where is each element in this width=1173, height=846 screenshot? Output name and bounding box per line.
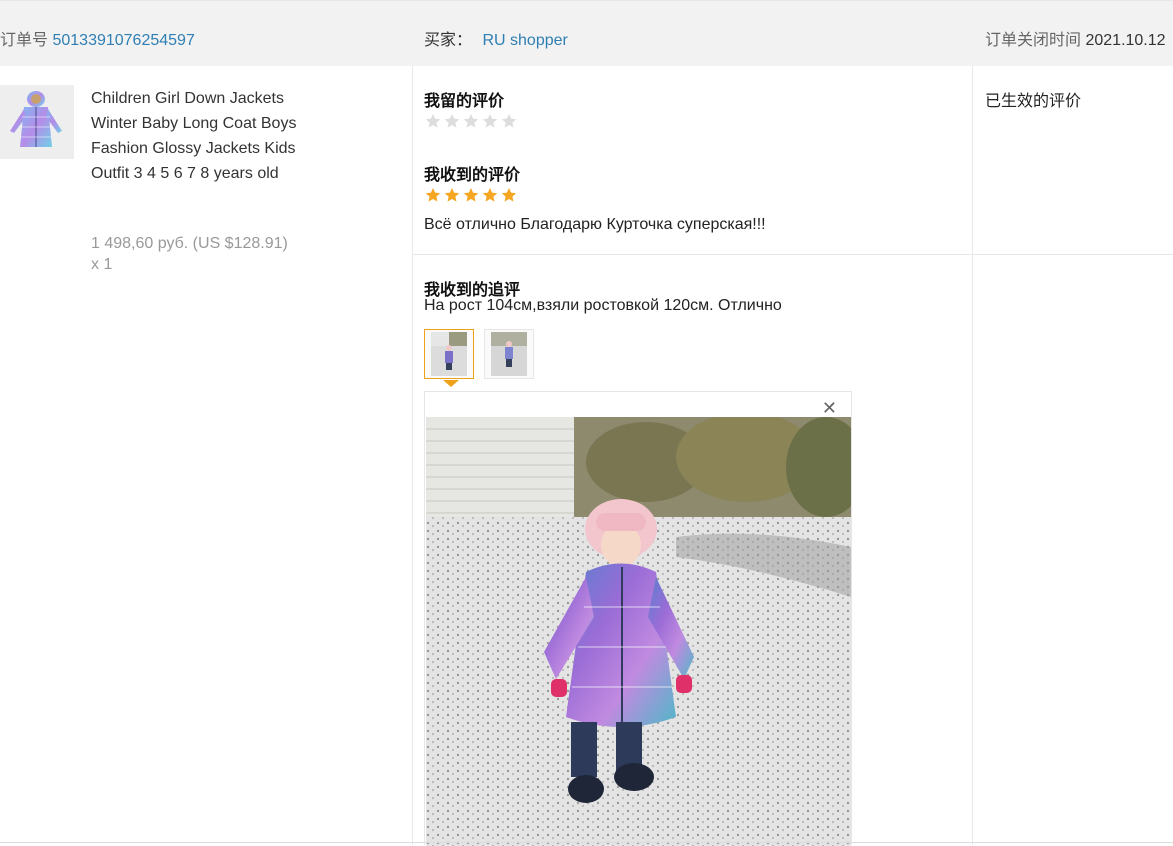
review-photo-1-image: [431, 332, 467, 376]
received-review-text: Всё отлично Благодарю Курточка суперская…: [424, 216, 766, 233]
star-icon: [463, 188, 479, 202]
followup-review-text: На рост 104см,взяли ростовкой 120см. Отл…: [424, 297, 782, 314]
column-divider: [972, 66, 973, 845]
buyer-link[interactable]: RU shopper: [482, 32, 567, 49]
product-quantity: x 1: [91, 256, 113, 273]
review-photo-large-image: [426, 417, 851, 846]
close-time-value: 2021.10.12: [1085, 32, 1166, 49]
buyer-group: 买家： RU shopper: [424, 26, 568, 50]
selected-thumb-caret: [443, 380, 459, 387]
order-number-group: 订单号 5013391076254597: [0, 26, 195, 50]
my-review-rating: [425, 113, 517, 129]
review-photo-thumb-1[interactable]: [424, 329, 474, 379]
star-icon: [482, 114, 498, 128]
received-review-title: 我收到的评价: [424, 167, 521, 184]
product-thumbnail[interactable]: [0, 85, 74, 159]
star-icon: [482, 188, 498, 202]
star-icon: [425, 188, 441, 202]
effective-review-label: 已生效的评价: [985, 93, 1082, 110]
star-icon: [463, 114, 479, 128]
star-icon: [425, 114, 441, 128]
star-icon: [444, 188, 460, 202]
star-icon: [501, 188, 517, 202]
star-icon: [444, 114, 460, 128]
review-photo-2-image: [491, 332, 527, 376]
close-time-label: 订单关闭时间: [985, 32, 1082, 49]
bottom-divider: [0, 842, 1173, 843]
close-icon[interactable]: ✕: [822, 398, 837, 419]
order-body: Children Girl Down Jackets Winter Baby L…: [0, 66, 1173, 846]
close-time-group: 订单关闭时间 2021.10.12: [985, 26, 1166, 50]
jacket-image: [0, 85, 74, 159]
product-title[interactable]: Children Girl Down Jackets Winter Baby L…: [91, 86, 321, 186]
order-header: 订单号 5013391076254597 买家： RU shopper 订单关闭…: [0, 0, 1173, 66]
buyer-label: 买家：: [424, 32, 473, 49]
received-review-rating: [425, 187, 517, 203]
order-number-label: 订单号: [0, 32, 49, 49]
review-photo-large: [426, 417, 851, 846]
order-number-link[interactable]: 5013391076254597: [52, 32, 194, 49]
column-divider: [412, 66, 413, 845]
star-icon: [501, 114, 517, 128]
my-review-title: 我留的评价: [424, 93, 505, 110]
photo-viewer: ✕: [424, 391, 852, 846]
product-price: 1 498,60 руб. (US $128.91): [91, 235, 288, 252]
review-photo-thumb-2[interactable]: [484, 329, 534, 379]
row-divider: [413, 254, 1173, 255]
